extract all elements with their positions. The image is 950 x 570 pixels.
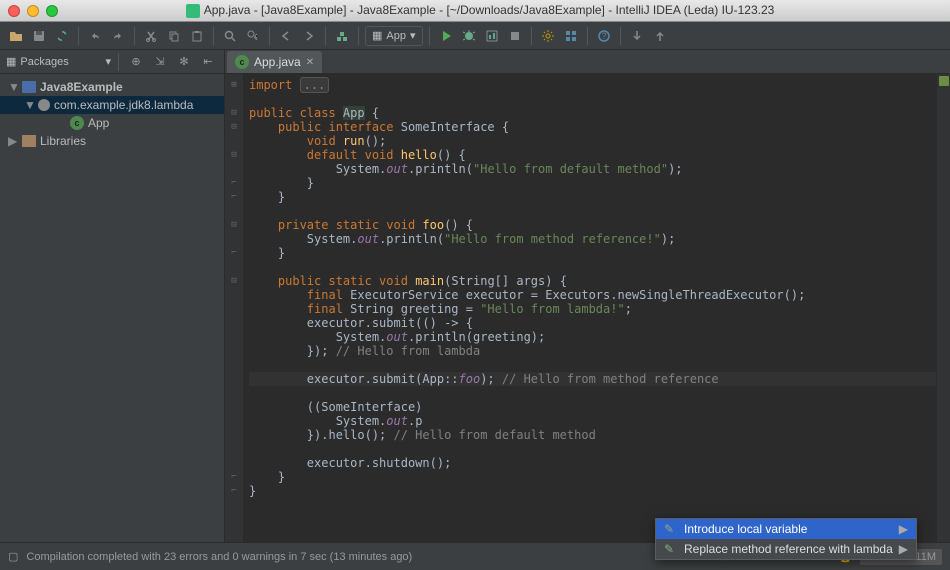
- status-toggle-icon[interactable]: ▢: [8, 550, 18, 563]
- class-icon: c: [235, 55, 249, 69]
- tab-label: App.java: [254, 55, 301, 69]
- toolbar-separator: [213, 27, 214, 45]
- toolbar-separator: [620, 27, 621, 45]
- project-structure-button[interactable]: [561, 26, 581, 46]
- build-button[interactable]: [332, 26, 352, 46]
- source-code[interactable]: import ... public class App { public int…: [243, 74, 936, 542]
- fold-collapse-icon[interactable]: ⊟: [225, 106, 243, 120]
- settings-button[interactable]: [538, 26, 558, 46]
- settings-icon[interactable]: ✻: [174, 52, 194, 72]
- copy-button[interactable]: [164, 26, 184, 46]
- error-stripe[interactable]: [936, 74, 950, 542]
- editor-tabs: c App.java ✕: [225, 50, 950, 74]
- package-icon: [38, 99, 50, 111]
- replace-button[interactable]: [243, 26, 263, 46]
- toolbar-separator: [269, 27, 270, 45]
- toolbar-separator: [587, 27, 588, 45]
- fold-collapse-icon[interactable]: ⊟: [225, 120, 243, 134]
- fold-expand-icon[interactable]: ⊞: [225, 78, 243, 92]
- redo-button[interactable]: [108, 26, 128, 46]
- vcs-commit-button[interactable]: [650, 26, 670, 46]
- open-button[interactable]: [6, 26, 26, 46]
- close-window-icon[interactable]: [8, 5, 20, 17]
- class-icon: c: [70, 116, 84, 130]
- intention-popup: ✎ Introduce local variable ▶ ✎ Replace m…: [655, 518, 917, 560]
- tree-row-package[interactable]: ▼ com.example.jdk8.lambda: [0, 96, 224, 114]
- forward-button[interactable]: [299, 26, 319, 46]
- toolbar-separator: [325, 27, 326, 45]
- back-button[interactable]: [276, 26, 296, 46]
- fold-collapse-icon[interactable]: ⊟: [225, 274, 243, 288]
- editor-tab[interactable]: c App.java ✕: [227, 51, 322, 73]
- fold-end-icon: ⌐: [225, 176, 243, 190]
- code-editor[interactable]: ⊞ ⊟ ⊟ ⊟ ⌐ ⌐ ⊟ ⌐ ⊟: [225, 74, 950, 542]
- fold-end-icon: ⌐: [225, 484, 243, 498]
- packages-label: Packages: [20, 56, 101, 68]
- intention-icon: ✎: [664, 542, 678, 556]
- fold-end-icon: ⌐: [225, 190, 243, 204]
- toolbar-separator: [78, 27, 79, 45]
- tree-row-libraries[interactable]: ▶ Libraries: [0, 132, 224, 150]
- gutter[interactable]: ⊞ ⊟ ⊟ ⊟ ⌐ ⌐ ⊟ ⌐ ⊟: [225, 74, 243, 542]
- fold-end-icon: ⌐: [225, 470, 243, 484]
- intention-item[interactable]: ✎ Introduce local variable ▶: [656, 519, 916, 539]
- window-titlebar: App.java - [Java8Example] - Java8Example…: [0, 0, 950, 22]
- save-button[interactable]: [29, 26, 49, 46]
- run-config-label: App: [386, 30, 406, 42]
- paste-button[interactable]: [187, 26, 207, 46]
- module-icon: [22, 81, 36, 93]
- run-config-selector[interactable]: ▦ App ▾: [365, 26, 423, 46]
- zoom-window-icon[interactable]: [46, 5, 58, 17]
- toolbar-separator: [531, 27, 532, 45]
- main-toolbar: ▦ App ▾ ?: [0, 22, 950, 50]
- intention-item[interactable]: ✎ Replace method reference with lambda ▶: [656, 539, 916, 559]
- vcs-update-button[interactable]: [627, 26, 647, 46]
- toolbar-separator: [358, 27, 359, 45]
- fold-collapse-icon[interactable]: ⊟: [225, 218, 243, 232]
- fold-collapse-icon[interactable]: ⊟: [225, 148, 243, 162]
- libraries-icon: [22, 135, 36, 147]
- editor-area: c App.java ✕ ⊞ ⊟ ⊟ ⊟ ⌐ ⌐ ⊟ ⌐ ⊟: [225, 50, 950, 542]
- toolbar-separator: [134, 27, 135, 45]
- intention-icon: ✎: [664, 522, 678, 536]
- java-file-icon: [186, 4, 200, 18]
- hide-icon[interactable]: ⇤: [198, 52, 218, 72]
- separator: [118, 53, 119, 71]
- packages-toolwindow: ▦ Packages ▾ ⊕ ⇲ ✻ ⇤ ▼ Java8Example ▼ co…: [0, 50, 225, 542]
- submenu-arrow-icon: ▶: [899, 542, 908, 556]
- app-icon: ▦: [372, 29, 382, 42]
- collapse-all-icon[interactable]: ⇲: [150, 52, 170, 72]
- debug-button[interactable]: [459, 26, 479, 46]
- undo-button[interactable]: [85, 26, 105, 46]
- close-tab-icon[interactable]: ✕: [306, 57, 314, 68]
- tree-row-module[interactable]: ▼ Java8Example: [0, 78, 224, 96]
- toolwindow-icon: ▦: [6, 55, 16, 68]
- inspection-status-icon[interactable]: [939, 76, 949, 86]
- dropdown-icon[interactable]: ▾: [105, 55, 111, 68]
- stop-button[interactable]: [505, 26, 525, 46]
- status-message: Compilation completed with 23 errors and…: [26, 551, 412, 563]
- tree-row-class[interactable]: c App: [0, 114, 224, 132]
- find-button[interactable]: [220, 26, 240, 46]
- run-button[interactable]: [436, 26, 456, 46]
- sync-button[interactable]: [52, 26, 72, 46]
- scroll-from-source-icon[interactable]: ⊕: [126, 52, 146, 72]
- minimize-window-icon[interactable]: [27, 5, 39, 17]
- coverage-button[interactable]: [482, 26, 502, 46]
- packages-tree[interactable]: ▼ Java8Example ▼ com.example.jdk8.lambda…: [0, 74, 224, 154]
- packages-header: ▦ Packages ▾ ⊕ ⇲ ✻ ⇤: [0, 50, 224, 74]
- window-title: App.java - [Java8Example] - Java8Example…: [68, 3, 942, 18]
- chevron-down-icon: ▾: [410, 29, 416, 42]
- toolbar-separator: [429, 27, 430, 45]
- svg-text:?: ?: [601, 31, 606, 41]
- submenu-arrow-icon: ▶: [899, 522, 908, 536]
- help-button[interactable]: ?: [594, 26, 614, 46]
- cut-button[interactable]: [141, 26, 161, 46]
- fold-end-icon: ⌐: [225, 246, 243, 260]
